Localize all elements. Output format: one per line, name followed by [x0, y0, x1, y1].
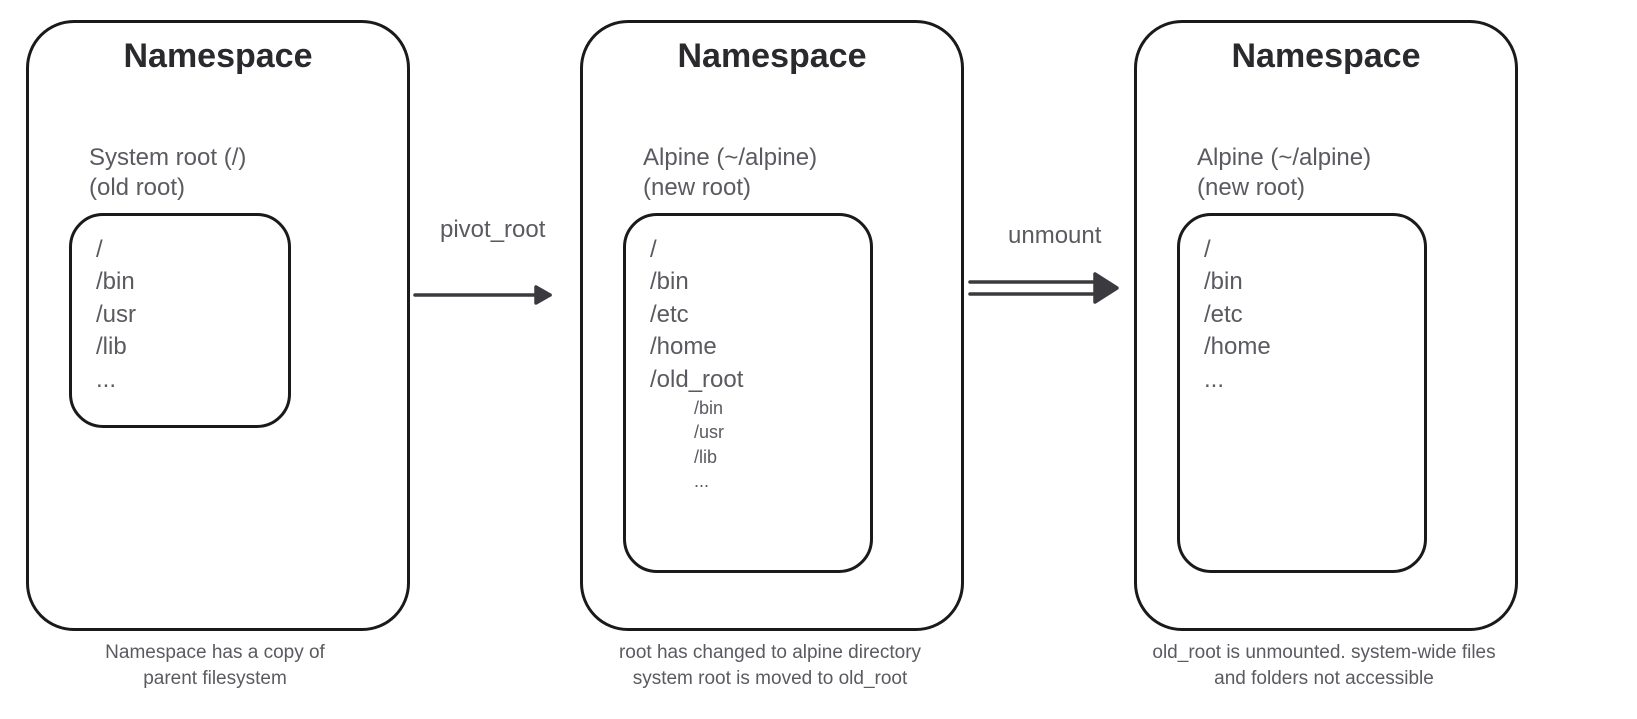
- arrow-unmount-icon: [965, 270, 1125, 310]
- panel-caption: old_root is unmounted. system-wide files…: [1104, 640, 1544, 691]
- fs-subline: ...: [650, 469, 846, 493]
- fs-line: /bin: [650, 266, 846, 298]
- filesystem-box: / /bin /etc /home /old_root /bin /usr /l…: [623, 213, 873, 573]
- namespace-panel-1: Namespace System root (/) (old root) / /…: [26, 20, 410, 631]
- arrow-label-pivot-root: pivot_root: [440, 216, 545, 244]
- fs-line: /usr: [96, 299, 264, 331]
- fs-subline: /lib: [650, 445, 846, 469]
- arrow-pivot-root-icon: [410, 280, 570, 310]
- panel-title: Namespace: [29, 37, 407, 76]
- namespace-panel-2: Namespace Alpine (~/alpine) (new root) /…: [580, 20, 964, 631]
- panel-caption: root has changed to alpine directory sys…: [560, 640, 980, 691]
- fs-line: /bin: [1204, 266, 1400, 298]
- fs-line: /bin: [96, 266, 264, 298]
- fs-line: /: [1204, 234, 1400, 266]
- filesystem-box: / /bin /usr /lib ...: [69, 213, 291, 428]
- panel-title: Namespace: [583, 37, 961, 76]
- panel-title: Namespace: [1137, 37, 1515, 76]
- fs-subline: /bin: [650, 396, 846, 420]
- fs-line: /: [96, 234, 264, 266]
- fs-line: ...: [1204, 364, 1400, 396]
- root-label: Alpine (~/alpine) (new root): [1197, 143, 1371, 203]
- namespace-panel-3: Namespace Alpine (~/alpine) (new root) /…: [1134, 20, 1518, 631]
- arrow-label-unmount: unmount: [1008, 222, 1101, 250]
- fs-line: ...: [96, 364, 264, 396]
- root-label: Alpine (~/alpine) (new root): [643, 143, 817, 203]
- fs-line: /old_root: [650, 364, 846, 396]
- diagram-stage: Namespace System root (/) (old root) / /…: [0, 0, 1637, 719]
- fs-line: /: [650, 234, 846, 266]
- panel-caption: Namespace has a copy of parent filesyste…: [26, 640, 404, 691]
- filesystem-box: / /bin /etc /home ...: [1177, 213, 1427, 573]
- fs-subline: /usr: [650, 420, 846, 444]
- fs-line: /etc: [650, 299, 846, 331]
- fs-line: /etc: [1204, 299, 1400, 331]
- root-label: System root (/) (old root): [89, 143, 246, 203]
- fs-line: /home: [1204, 331, 1400, 363]
- fs-line: /lib: [96, 331, 264, 363]
- fs-line: /home: [650, 331, 846, 363]
